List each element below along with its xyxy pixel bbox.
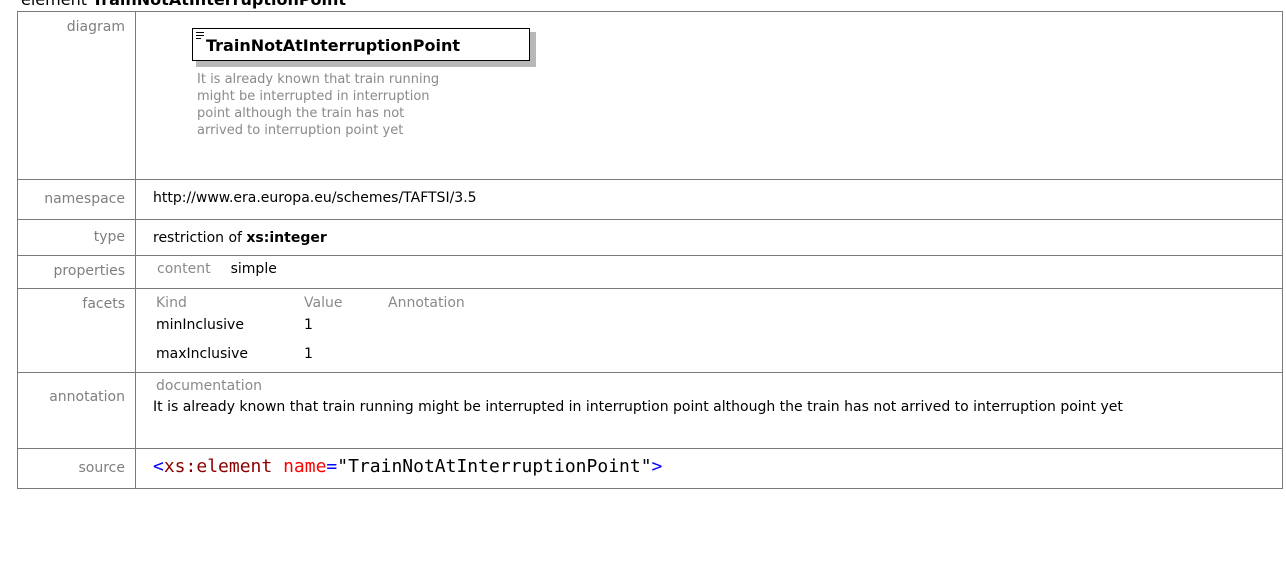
namespace-value: http://www.era.europa.eu/schemes/TAFTSI/…	[135, 179, 1283, 220]
type-base-link[interactable]: xs:integer	[246, 230, 326, 246]
property-key-content: content	[157, 261, 211, 277]
heading-element-name: TrainNotAtInterruptionPoint	[92, 0, 346, 9]
annotation-cell: documentation It is already known that t…	[135, 372, 1283, 449]
diagram-documentation: It is already known that train running m…	[197, 72, 440, 138]
annotation-text: It is already known that train running m…	[153, 399, 1123, 415]
xml-close-bracket: >	[651, 456, 663, 477]
row-source: source <xs:element name="TrainNotAtInter…	[17, 448, 1283, 489]
label-properties: properties	[17, 255, 136, 289]
facet-row: maxInclusive 1	[156, 341, 465, 370]
type-prefix: restriction of	[153, 230, 247, 246]
facet-value: 1	[304, 317, 313, 333]
label-source: source	[17, 448, 136, 489]
facet-kind: minInclusive	[156, 317, 244, 333]
facet-row: minInclusive 1	[156, 312, 465, 341]
source-code: <xs:element name="TrainNotAtInterruption…	[153, 449, 1282, 478]
xml-equals: =	[326, 456, 338, 477]
diagram-element-box[interactable]: TrainNotAtInterruptionPoint	[192, 28, 530, 61]
element-lines-icon	[196, 32, 204, 39]
type-value: restriction of xs:integer	[135, 219, 1283, 256]
row-diagram: diagram TrainNotAtInterruptionPoint It i…	[17, 11, 1283, 180]
annotation-heading: documentation	[156, 378, 263, 394]
label-diagram: diagram	[17, 11, 136, 180]
facets-header-annotation: Annotation	[388, 295, 465, 311]
facet-kind: maxInclusive	[156, 346, 249, 362]
diagram: TrainNotAtInterruptionPoint It is alread…	[153, 12, 1282, 178]
facets-header-kind: Kind	[156, 295, 187, 311]
source-cell: <xs:element name="TrainNotAtInterruption…	[135, 448, 1283, 489]
facets-cell: Kind Value Annotation minInclusive 1 max…	[135, 288, 1283, 373]
xml-open-bracket: <	[153, 456, 164, 477]
facets-header-value: Value	[304, 295, 343, 311]
xml-attr-value: "TrainNotAtInterruptionPoint"	[337, 456, 652, 477]
facet-value: 1	[304, 346, 313, 362]
label-facets: facets	[17, 288, 136, 373]
properties-cell: content simple	[135, 255, 1283, 289]
heading-prefix: element	[21, 0, 92, 9]
xml-tag-name: xs:element	[163, 456, 273, 477]
label-type: type	[17, 219, 136, 256]
diagram-cell: TrainNotAtInterruptionPoint It is alread…	[135, 11, 1283, 180]
facet-annotation	[388, 312, 465, 341]
row-properties: properties content simple	[17, 255, 1283, 289]
label-namespace: namespace	[17, 179, 136, 220]
row-annotation: annotation documentation It is already k…	[17, 372, 1283, 449]
facet-annotation	[388, 341, 465, 370]
label-annotation: annotation	[17, 372, 136, 449]
facets-table: Kind Value Annotation minInclusive 1 max…	[156, 294, 465, 370]
page-heading: element TrainNotAtInterruptionPoint	[0, 0, 346, 10]
xml-attr-name: name	[283, 456, 327, 477]
row-facets: facets Kind Value Annotation minInclusiv…	[17, 288, 1283, 373]
row-namespace: namespace http://www.era.europa.eu/schem…	[17, 179, 1283, 220]
diagram-element-title: TrainNotAtInterruptionPoint	[206, 36, 461, 55]
property-value-content: simple	[230, 261, 277, 277]
row-type: type restriction of xs:integer	[17, 219, 1283, 256]
element-documentation-table: diagram TrainNotAtInterruptionPoint It i…	[17, 11, 1283, 489]
